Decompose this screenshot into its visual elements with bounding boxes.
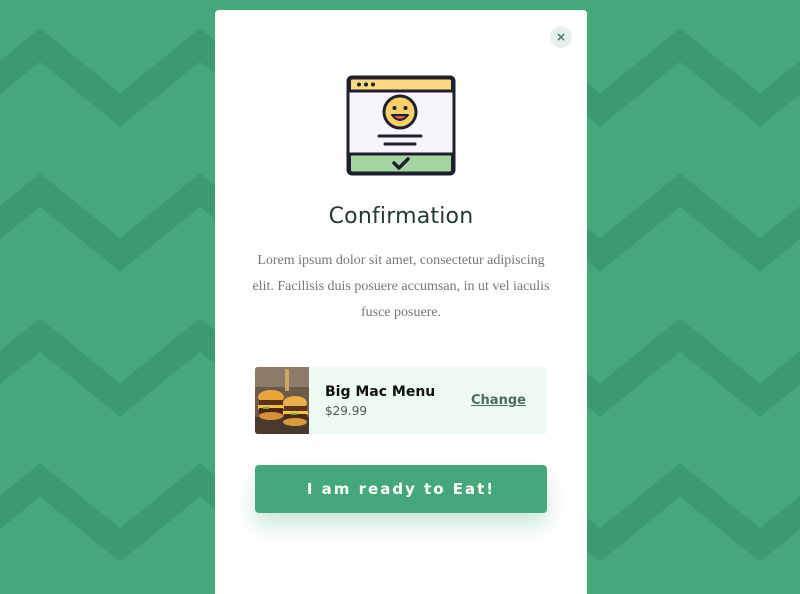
confirmation-modal: × Confirmation Lorem ipsum dolor sit ame… [215,10,587,594]
modal-description: Lorem ipsum dolor sit amet, consectetur … [252,253,550,320]
close-button[interactable]: × [550,26,572,48]
browser-smiley-confirmation-icon [346,75,456,176]
change-link[interactable]: Change [471,393,526,408]
product-price: $29.99 [325,404,367,418]
modal-title: Confirmation [328,204,474,229]
close-icon: × [555,30,567,44]
product-card: Big Mac Menu $29.99 Change [255,367,547,434]
burger-image [255,367,309,434]
product-name: Big Mac Menu [325,384,436,400]
ready-to-eat-button[interactable]: I am ready to Eat! [255,465,547,513]
